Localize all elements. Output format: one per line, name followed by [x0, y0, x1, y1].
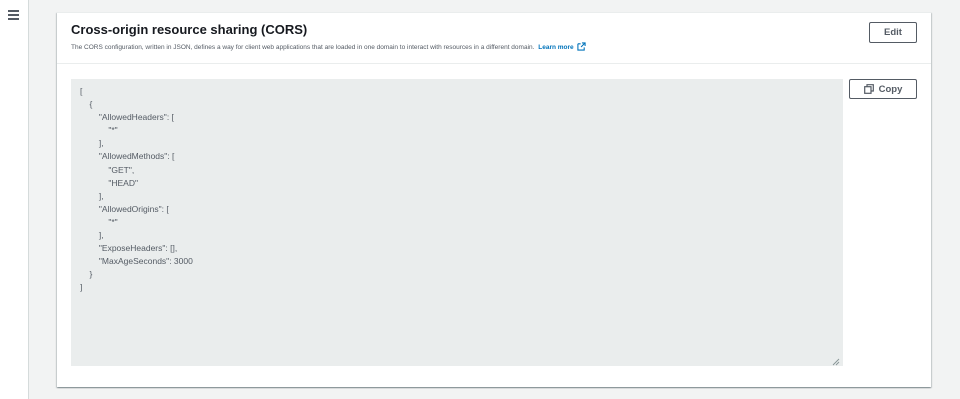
resize-handle-icon[interactable]: [832, 358, 840, 366]
copy-icon: [863, 84, 874, 94]
copy-button-label: Copy: [878, 83, 903, 95]
learn-more-label: Learn more: [538, 44, 574, 51]
hamburger-menu-icon[interactable]: [8, 8, 20, 20]
menu-bar: [8, 10, 19, 12]
cors-json-code-block: [ { "AllowedHeaders": [ "*" ], "AllowedM…: [71, 79, 843, 366]
panel-description: The CORS configuration, written in JSON,…: [71, 42, 586, 51]
side-navigation-rail: [0, 0, 29, 399]
copy-button[interactable]: Copy: [849, 79, 917, 99]
external-link-icon: [577, 42, 586, 51]
cors-panel: Cross-origin resource sharing (CORS) The…: [57, 12, 931, 387]
menu-bar: [8, 14, 19, 16]
edit-button-label: Edit: [884, 27, 902, 38]
panel-header: Cross-origin resource sharing (CORS) The…: [57, 13, 931, 64]
description-text: The CORS configuration, written in JSON,…: [71, 44, 535, 51]
learn-more-link[interactable]: Learn more: [538, 42, 586, 51]
menu-bar: [8, 18, 19, 20]
edit-button[interactable]: Edit: [869, 22, 917, 43]
panel-title: Cross-origin resource sharing (CORS): [71, 22, 308, 37]
